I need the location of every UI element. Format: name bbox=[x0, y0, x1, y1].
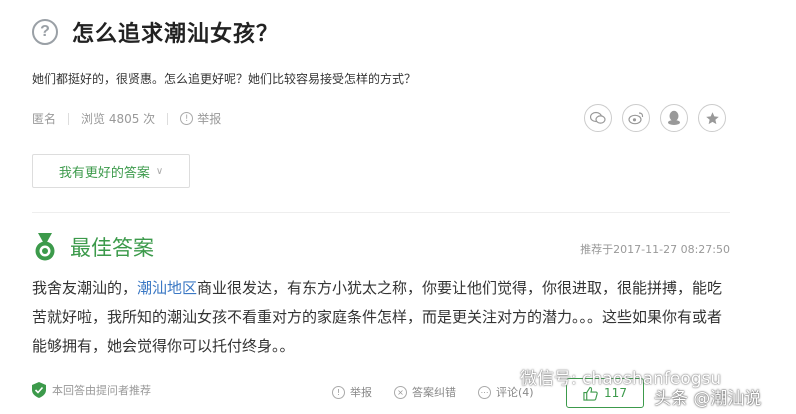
divider bbox=[68, 112, 70, 125]
best-answer-header: 最佳答案 bbox=[32, 232, 154, 262]
recommended-time: 推荐于2017-11-27 08:27:50 bbox=[580, 243, 730, 256]
star-icon[interactable] bbox=[698, 104, 726, 132]
best-answer-title: 最佳答案 bbox=[70, 236, 154, 260]
correct-answer-button[interactable]: × 答案纠错 bbox=[394, 384, 456, 400]
report-answer-label: 举报 bbox=[350, 386, 372, 399]
report-link[interactable]: ! 举报 bbox=[180, 110, 221, 127]
qq-icon[interactable] bbox=[660, 104, 688, 132]
share-bar bbox=[584, 104, 726, 132]
question-header: ? 怎么追求潮汕女孩？ bbox=[32, 16, 279, 48]
comment-icon: ⋯ bbox=[478, 385, 491, 399]
question-title: 怎么追求潮汕女孩？ bbox=[72, 22, 280, 47]
answer-text-part: 我舍友潮汕的， bbox=[32, 279, 138, 297]
close-icon: × bbox=[394, 385, 407, 399]
answer-body: 我舍友潮汕的，潮汕地区商业很发达，有东方小犹太之称，你要让他们觉得，你很进取，很… bbox=[32, 274, 732, 361]
question-mark-icon: ? bbox=[32, 19, 58, 45]
divider bbox=[167, 112, 169, 125]
toutiao-watermark: 头条 @潮汕说 bbox=[654, 389, 762, 409]
recommended-note-label: 本回答由提问者推荐 bbox=[52, 384, 151, 397]
shield-icon bbox=[32, 382, 46, 398]
recommended-note: 本回答由提问者推荐 bbox=[32, 382, 151, 398]
view-count: 浏览 4805 次 bbox=[81, 112, 156, 126]
correct-answer-label: 答案纠错 bbox=[412, 386, 456, 399]
chevron-down-icon: ∨ bbox=[155, 165, 164, 177]
report-answer-button[interactable]: ! 举报 bbox=[332, 384, 372, 400]
report-label: 举报 bbox=[197, 112, 222, 126]
anonymous-label: 匿名 bbox=[32, 112, 57, 126]
warning-icon: ! bbox=[180, 112, 194, 125]
medal-icon bbox=[32, 232, 58, 262]
wechat-icon[interactable] bbox=[584, 104, 612, 132]
better-answer-button[interactable]: 我有更好的答案 ∨ bbox=[32, 154, 190, 188]
weibo-icon[interactable] bbox=[622, 104, 650, 132]
better-answer-label: 我有更好的答案 bbox=[58, 165, 150, 181]
warning-icon: ! bbox=[332, 385, 345, 399]
region-link[interactable]: 潮汕地区 bbox=[137, 279, 197, 297]
question-description: 她们都挺好的，很贤惠。怎么追更好呢？她们比较容易接受怎样的方式？ bbox=[32, 72, 417, 86]
section-divider bbox=[32, 212, 730, 213]
question-meta: 匿名 浏览 4805 次 ! 举报 bbox=[32, 110, 221, 127]
